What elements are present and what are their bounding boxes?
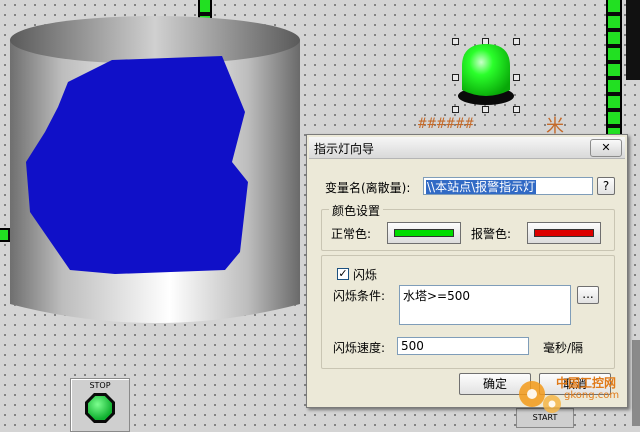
stop-button-label: STOP: [89, 381, 111, 390]
color-settings-title: 颜色设置: [329, 202, 384, 219]
blink-condition-value: 水塔>=500: [403, 289, 471, 303]
close-icon[interactable]: ✕: [590, 139, 622, 157]
condition-browse-button[interactable]: ...: [577, 286, 599, 304]
variable-name-value: \\本站点\报警指示灯: [426, 180, 537, 194]
blink-condition-field[interactable]: 水塔>=500: [399, 285, 571, 325]
stop-button[interactable]: STOP: [70, 378, 130, 432]
pipe-right: [606, 0, 622, 140]
indicator-value-placeholder: ######: [418, 116, 475, 132]
dialog-title: 指示灯向导: [314, 142, 375, 156]
variable-name-field[interactable]: \\本站点\报警指示灯: [423, 177, 593, 195]
blink-speed-field[interactable]: 500: [397, 337, 529, 355]
gkong-watermark: 中国工控网 gkong.com: [512, 368, 640, 426]
alarm-color-label: 报警色:: [471, 227, 512, 241]
blink-speed-unit: 毫秒/隔: [543, 341, 584, 355]
blink-condition-label: 闪烁条件:: [333, 289, 386, 303]
water-tank[interactable]: [10, 12, 300, 327]
variable-browse-button[interactable]: ?: [597, 177, 615, 195]
alarm-color-swatch: [534, 229, 594, 237]
dialog-titlebar[interactable]: 指示灯向导 ✕: [309, 137, 625, 159]
green-octagon-icon: [85, 393, 115, 423]
blink-checkbox-label: 闪烁: [353, 268, 378, 282]
blink-speed-label: 闪烁速度:: [333, 341, 386, 355]
indicator-wizard-dialog: 指示灯向导 ✕ 变量名(离散量): \\本站点\报警指示灯 ? 颜色设置 正常色…: [306, 134, 628, 408]
tank-graphic: [10, 16, 300, 323]
normal-color-swatch: [394, 229, 454, 237]
indicator-lamp[interactable]: [450, 32, 522, 116]
alarm-color-button[interactable]: [527, 222, 601, 244]
variable-label: 变量名(离散量):: [325, 181, 411, 195]
normal-color-button[interactable]: [387, 222, 461, 244]
watermark-text-top: 中国工控网: [556, 376, 617, 390]
green-lamp-icon: [458, 44, 514, 105]
pipe-right-dark: [626, 0, 640, 80]
blink-speed-value: 500: [401, 339, 424, 353]
blink-checkbox[interactable]: ✓: [337, 268, 349, 280]
watermark-text-bottom: gkong.com: [564, 390, 620, 401]
normal-color-label: 正常色:: [331, 227, 372, 241]
